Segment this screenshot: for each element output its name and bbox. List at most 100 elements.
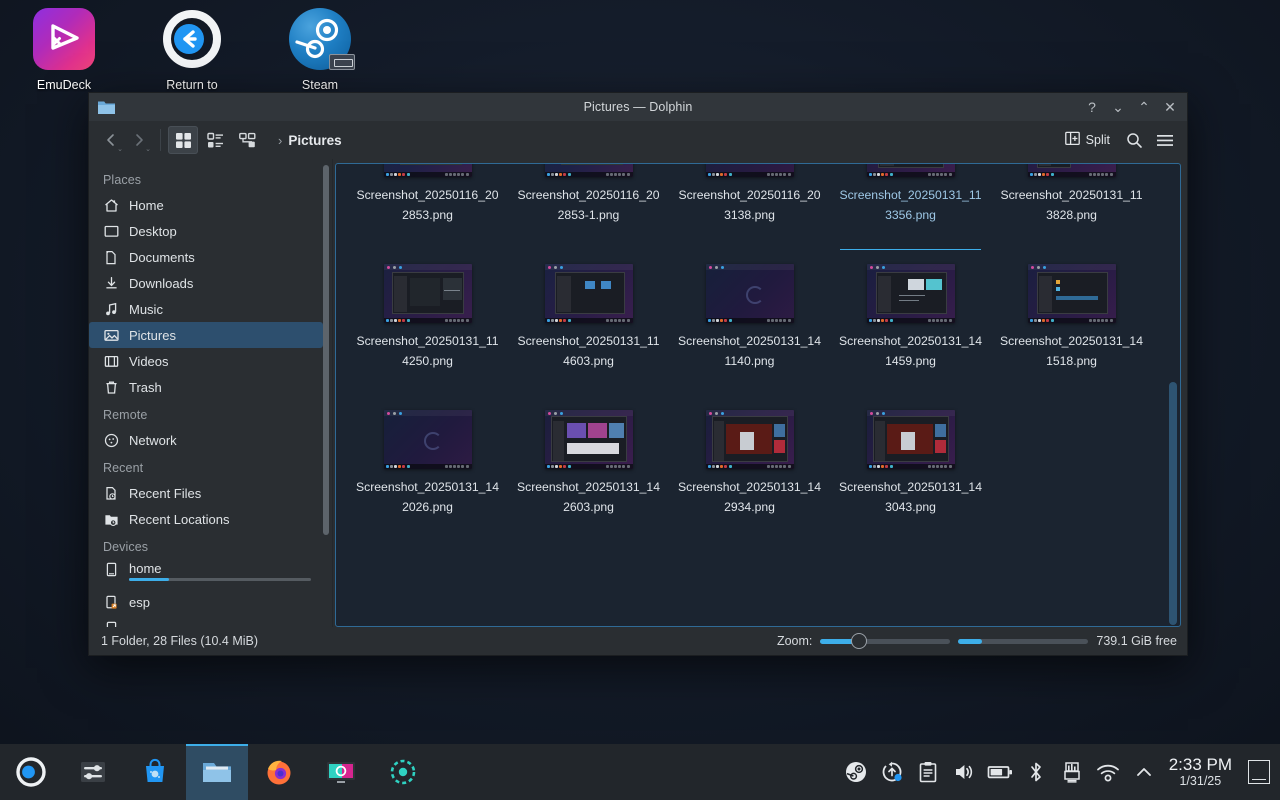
volume-tray-icon[interactable] — [947, 744, 981, 800]
desktop-icon-steam[interactable]: Steam — [256, 6, 384, 92]
back-button[interactable]: ⌄ — [97, 126, 125, 154]
device-capacity-bar — [129, 578, 311, 581]
steam-tray-icon[interactable] — [839, 744, 873, 800]
sidebar-item-label: Videos — [129, 354, 169, 369]
file-item[interactable]: Screenshot_20250116_202853.png — [349, 163, 506, 258]
sidebar-item-music[interactable]: Music — [89, 296, 323, 322]
folder-icon — [97, 98, 116, 115]
window-controls: ? ⌄ ⌃ ✕ — [1079, 93, 1183, 121]
minimize-button[interactable]: ⌄ — [1105, 94, 1131, 120]
sidebar-heading-recent: Recent — [89, 453, 333, 480]
zoom-slider[interactable] — [820, 633, 950, 649]
window-titlebar[interactable]: Pictures — Dolphin ? ⌄ ⌃ ✕ — [89, 93, 1187, 121]
pictures-icon — [103, 327, 120, 344]
show-hidden-tray-icon[interactable] — [1127, 744, 1161, 800]
file-item[interactable]: Screenshot_20250131_113828.png — [993, 163, 1150, 258]
file-item[interactable]: Screenshot_20250131_142026.png — [349, 404, 506, 550]
file-item[interactable]: Screenshot_20250131_141459.png — [832, 258, 989, 404]
file-name: Screenshot_20250131_142934.png — [677, 477, 822, 517]
sidebar-item-network[interactable]: Network — [89, 427, 323, 453]
view-mode-compact-button[interactable] — [200, 126, 230, 154]
clipboard-tray-icon[interactable] — [911, 744, 945, 800]
split-view-button[interactable]: Split — [1058, 128, 1117, 152]
update-tray-icon[interactable] — [875, 744, 909, 800]
taskbar-dolphin-file-manager[interactable] — [186, 744, 248, 800]
view-mode-icons-button[interactable] — [168, 126, 198, 154]
sidebar-item-home[interactable]: Home — [89, 192, 323, 218]
sidebar-item-desktop[interactable]: Desktop — [89, 218, 323, 244]
sidebar-item-label: Pictures — [129, 328, 176, 343]
file-item[interactable]: Screenshot_20250131_114603.png — [510, 258, 667, 404]
taskbar-firefox-browser[interactable] — [248, 744, 310, 800]
drive-icon — [103, 620, 120, 628]
desktop-icon-return-to-gaming-mode[interactable]: Return to — [128, 6, 256, 92]
clock[interactable]: 2:33 PM 1/31/25 — [1163, 744, 1242, 800]
breadcrumb[interactable]: › Pictures — [278, 133, 342, 148]
zoom-controls: Zoom: 739.1 GiB free — [777, 633, 1177, 649]
file-grid: Screenshot_20250116_202853.png Screensho… — [336, 163, 1180, 550]
sidebar-scrollbar-thumb[interactable] — [323, 165, 329, 535]
free-space-text: 739.1 GiB free — [1096, 634, 1177, 648]
trash-icon — [103, 379, 120, 396]
file-view-scrollbar[interactable] — [1169, 167, 1177, 623]
file-name: Screenshot_20250131_114250.png — [355, 331, 500, 371]
forward-button[interactable]: ⌄ — [125, 126, 153, 154]
breadcrumb-current[interactable]: Pictures — [288, 133, 341, 148]
sidebar-item-pictures[interactable]: Pictures — [89, 322, 323, 348]
file-view[interactable]: Screenshot_20250116_202853.png Screensho… — [335, 163, 1181, 627]
sidebar-item-device-home[interactable]: home — [89, 559, 323, 589]
taskbar-discover-software-store[interactable] — [124, 744, 186, 800]
file-view-scrollbar-thumb[interactable] — [1169, 382, 1177, 625]
sidebar-item-recent-files[interactable]: Recent Files — [89, 480, 323, 506]
sidebar-item-label: Home — [129, 198, 164, 213]
help-button[interactable]: ? — [1079, 94, 1105, 120]
secondary-slider[interactable] — [958, 633, 1088, 649]
file-thumbnail — [545, 410, 633, 469]
sidebar-item-recent-locations[interactable]: Recent Locations — [89, 506, 323, 532]
desktop-icon-emudeck[interactable]: EmuDeck — [0, 6, 128, 92]
battery-tray-icon[interactable] — [983, 744, 1017, 800]
file-item[interactable]: Screenshot_20250131_113356.png — [832, 163, 989, 258]
recent-files-icon — [103, 485, 120, 502]
downloads-icon — [103, 275, 120, 292]
search-icon[interactable] — [1120, 126, 1148, 154]
window-title: Pictures — Dolphin — [89, 100, 1187, 114]
file-thumbnail — [1028, 163, 1116, 177]
sidebar-item-trash[interactable]: Trash — [89, 374, 323, 400]
file-item[interactable]: Screenshot_20250131_143043.png — [832, 404, 989, 550]
sidebar-scrollbar[interactable] — [323, 165, 329, 541]
dolphin-toolbar: ⌄ ⌄ — [89, 121, 1187, 159]
taskbar-steam-deck-tool[interactable] — [372, 744, 434, 800]
status-text: 1 Folder, 28 Files (10.4 MiB) — [101, 634, 258, 648]
sidebar-item-device-partial[interactable] — [89, 615, 323, 627]
hamburger-menu-icon[interactable] — [1151, 126, 1179, 154]
taskbar-application-launcher[interactable] — [0, 744, 62, 800]
file-name: Screenshot_20250116_202853.png — [355, 185, 500, 225]
sidebar-item-documents[interactable]: Documents — [89, 244, 323, 270]
bluetooth-tray-icon[interactable] — [1019, 744, 1053, 800]
show-desktop-button[interactable] — [1244, 744, 1274, 800]
file-item[interactable]: Screenshot_20250131_142934.png — [671, 404, 828, 550]
storage-tray-icon[interactable] — [1055, 744, 1089, 800]
file-item[interactable]: Screenshot_20250116_202853-1.png — [510, 163, 667, 258]
file-item[interactable]: Screenshot_20250131_114250.png — [349, 258, 506, 404]
sidebar-item-device-esp[interactable]: esp — [89, 589, 323, 615]
status-bar: 1 Folder, 28 Files (10.4 MiB) Zoom: 739.… — [89, 627, 1187, 655]
taskbar-screenshot-tool[interactable] — [310, 744, 372, 800]
sidebar-item-label: Downloads — [129, 276, 193, 291]
file-item[interactable]: Screenshot_20250131_141140.png — [671, 258, 828, 404]
file-item[interactable]: Screenshot_20250131_141518.png — [993, 258, 1150, 404]
file-item[interactable]: Screenshot_20250116_203138.png — [671, 163, 828, 258]
close-button[interactable]: ✕ — [1157, 94, 1183, 120]
maximize-button[interactable]: ⌃ — [1131, 94, 1157, 120]
desktop-icon-label: EmuDeck — [0, 78, 128, 92]
sidebar-item-label: Documents — [129, 250, 195, 265]
file-item[interactable]: Screenshot_20250131_142603.png — [510, 404, 667, 550]
zoom-label: Zoom: — [777, 634, 812, 648]
zoom-slider-handle[interactable] — [851, 633, 867, 649]
sidebar-item-videos[interactable]: Videos — [89, 348, 323, 374]
sidebar-item-downloads[interactable]: Downloads — [89, 270, 323, 296]
taskbar-system-settings[interactable] — [62, 744, 124, 800]
view-mode-details-button[interactable] — [232, 126, 262, 154]
wifi-tray-icon[interactable] — [1091, 744, 1125, 800]
